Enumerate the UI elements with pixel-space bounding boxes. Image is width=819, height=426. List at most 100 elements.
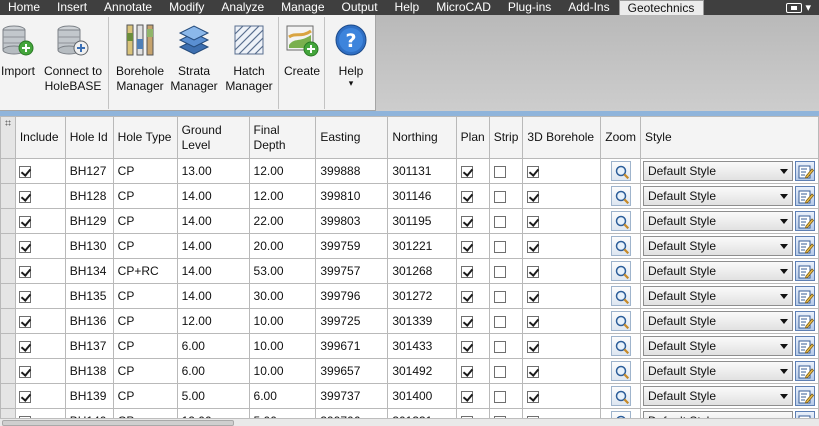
column-header-hole-id[interactable]: Hole Id [64,116,114,159]
plan-checkbox[interactable] [460,190,473,203]
row-header[interactable] [0,208,16,234]
edit-style-button[interactable] [794,386,815,406]
include-checkbox[interactable] [18,240,31,253]
include-checkbox[interactable] [18,340,31,353]
include-checkbox[interactable] [18,190,31,203]
style-select[interactable]: Default Style [642,286,793,306]
window-controls[interactable]: ▾ [786,0,819,15]
edit-style-button[interactable] [794,286,815,306]
menu-tab-annotate[interactable]: Annotate [96,0,161,15]
row-header[interactable] [0,258,16,284]
horizontal-scrollbar[interactable] [0,418,819,426]
column-header-style[interactable]: Style [639,116,819,159]
edit-style-button[interactable] [794,336,815,356]
style-select[interactable]: Default Style [642,161,793,181]
edit-style-button[interactable] [794,261,815,281]
plan-checkbox[interactable] [460,265,473,278]
borehole-3d-checkbox[interactable] [527,240,540,253]
plan-checkbox[interactable] [460,215,473,228]
style-select[interactable]: Default Style [642,361,793,381]
column-header-hole-type[interactable]: Hole Type [112,116,178,159]
ribbon-button-create[interactable]: Create [281,18,323,79]
plan-checkbox[interactable] [460,165,473,178]
plan-checkbox[interactable] [460,340,473,353]
borehole-3d-checkbox[interactable] [527,340,540,353]
edit-style-button[interactable] [794,161,815,181]
row-header[interactable] [0,283,16,309]
borehole-3d-checkbox[interactable] [527,390,540,403]
row-header[interactable] [0,183,16,209]
include-checkbox[interactable] [18,315,31,328]
plan-checkbox[interactable] [460,240,473,253]
strip-checkbox[interactable] [493,340,506,353]
ribbon-button-import[interactable]: Import [0,18,36,79]
borehole-3d-checkbox[interactable] [527,215,540,228]
style-select[interactable]: Default Style [642,336,793,356]
row-header[interactable] [0,333,16,359]
zoom-button[interactable] [610,311,631,331]
column-header-3d-borehole[interactable]: 3D Borehole [522,116,602,159]
style-select[interactable]: Default Style [642,236,793,256]
borehole-3d-checkbox[interactable] [527,290,540,303]
menu-tab-geotechnics[interactable]: Geotechnics [618,0,705,15]
row-header[interactable] [0,308,16,334]
borehole-3d-checkbox[interactable] [527,265,540,278]
column-header-zoom[interactable]: Zoom [600,116,641,159]
menu-tab-modify[interactable]: Modify [161,0,213,15]
menu-tab-output[interactable]: Output [334,0,387,15]
strip-checkbox[interactable] [493,215,506,228]
borehole-3d-checkbox[interactable] [527,315,540,328]
strip-checkbox[interactable] [493,240,506,253]
column-header-include[interactable]: Include [14,116,66,159]
zoom-button[interactable] [610,286,631,306]
ribbon-button-help[interactable]: ? Help ▾ [328,18,374,88]
borehole-3d-checkbox[interactable] [527,165,540,178]
edit-style-button[interactable] [794,236,815,256]
plan-checkbox[interactable] [460,365,473,378]
row-header[interactable] [0,233,16,259]
edit-style-button[interactable] [794,211,815,231]
dropdown-arrow-icon[interactable]: ▾ [805,1,811,14]
include-checkbox[interactable] [18,390,31,403]
style-select[interactable]: Default Style [642,211,793,231]
column-header-easting[interactable]: Easting [315,116,389,159]
strip-checkbox[interactable] [493,365,506,378]
zoom-button[interactable] [610,261,631,281]
plan-checkbox[interactable] [460,315,473,328]
menu-tab-microcad[interactable]: MicroCAD [428,0,500,15]
plan-checkbox[interactable] [460,290,473,303]
column-header-plan[interactable]: Plan [455,116,490,159]
borehole-3d-checkbox[interactable] [527,190,540,203]
strip-checkbox[interactable] [493,315,506,328]
zoom-button[interactable] [610,386,631,406]
scrollbar-thumb[interactable] [2,420,234,426]
menu-tab-add-ins[interactable]: Add-Ins [560,0,618,15]
edit-style-button[interactable] [794,311,815,331]
include-checkbox[interactable] [18,290,31,303]
include-checkbox[interactable] [18,365,31,378]
zoom-button[interactable] [610,361,631,381]
column-header-strip[interactable]: Strip [488,116,524,159]
window-icon[interactable] [786,2,803,13]
include-checkbox[interactable] [18,215,31,228]
row-header[interactable] [0,383,16,409]
menu-tab-analyze[interactable]: Analyze [213,0,273,15]
column-header-ground-level[interactable]: Ground Level [176,116,250,159]
menu-tab-help[interactable]: Help [387,0,429,15]
style-select[interactable]: Default Style [642,386,793,406]
zoom-button[interactable] [610,186,631,206]
style-select[interactable]: Default Style [642,261,793,281]
menu-tab-manage[interactable]: Manage [273,0,333,15]
column-header-final-depth[interactable]: Final Depth [248,116,317,159]
strip-checkbox[interactable] [493,190,506,203]
zoom-button[interactable] [610,336,631,356]
ribbon-button-borehole-manager[interactable]: Borehole Manager [112,18,168,94]
row-header[interactable] [0,358,16,384]
menu-tab-insert[interactable]: Insert [49,0,96,15]
ribbon-button-hatch-manager[interactable]: Hatch Manager [222,18,276,94]
column-header-northing[interactable]: Northing [387,116,457,159]
strip-checkbox[interactable] [493,165,506,178]
style-select[interactable]: Default Style [642,311,793,331]
zoom-button[interactable] [610,236,631,256]
strip-checkbox[interactable] [493,390,506,403]
